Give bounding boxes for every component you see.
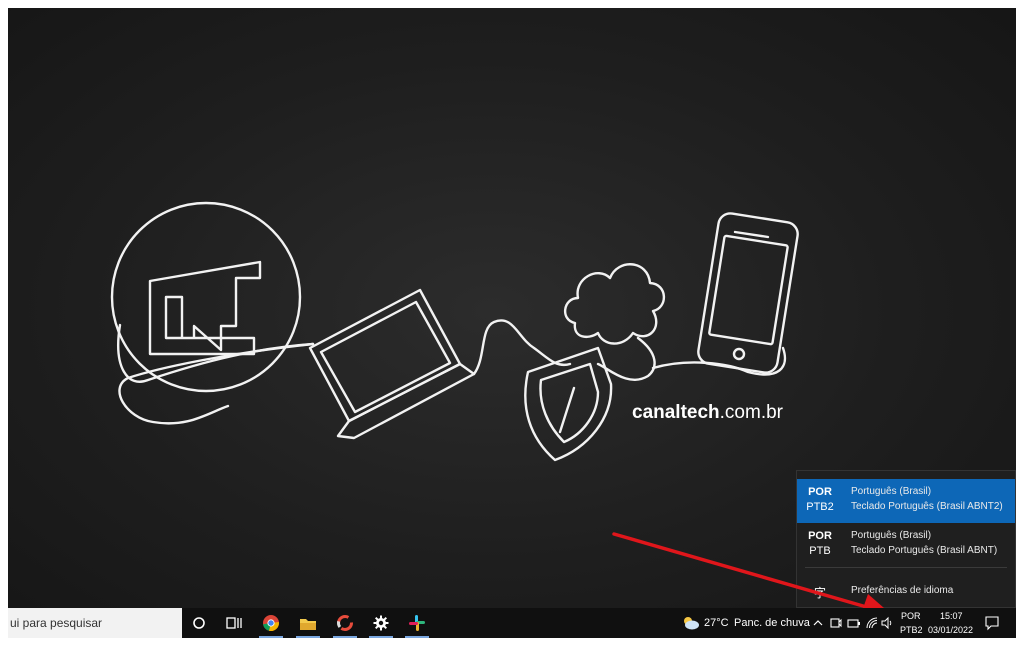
wifi-icon bbox=[866, 617, 878, 629]
meet-now-button[interactable] bbox=[830, 616, 842, 635]
ring-app-icon bbox=[337, 615, 353, 631]
wifi-button[interactable] bbox=[865, 616, 879, 635]
clock[interactable]: 15:07 03/01/2022 bbox=[926, 608, 978, 638]
file-explorer-taskbar-button[interactable] bbox=[290, 608, 326, 638]
slack-taskbar-button[interactable] bbox=[399, 608, 435, 638]
gear-icon bbox=[373, 615, 389, 631]
desktop: canaltech.com.br POR PTB2 Português (Bra… bbox=[8, 8, 1016, 638]
weather-widget[interactable]: 27°C Panc. de chuva bbox=[682, 608, 810, 638]
battery-button[interactable] bbox=[847, 616, 861, 635]
slack-icon bbox=[409, 615, 425, 631]
show-hidden-icons-button[interactable] bbox=[812, 616, 824, 630]
taskbar-search-box[interactable]: ui para pesquisar bbox=[8, 608, 182, 638]
clock-date: 03/01/2022 bbox=[928, 625, 974, 635]
search-placeholder: ui para pesquisar bbox=[10, 616, 103, 630]
volume-button[interactable] bbox=[880, 616, 894, 635]
settings-taskbar-button[interactable] bbox=[363, 608, 399, 638]
chevron-up-icon bbox=[813, 620, 823, 626]
taskbar: ui para pesquisar 27°C Panc. de chuva PO… bbox=[8, 608, 1016, 638]
folder-icon bbox=[300, 618, 316, 630]
speaker-icon bbox=[881, 616, 892, 630]
battery-icon bbox=[847, 619, 860, 628]
cloud-rain-icon bbox=[684, 617, 699, 630]
red-arrow-annotation bbox=[612, 532, 892, 617]
language-indicator-layout: PTB2 bbox=[900, 625, 923, 635]
language-indicator-code: POR bbox=[901, 611, 921, 621]
task-view-icon bbox=[226, 617, 242, 629]
camera-icon bbox=[830, 618, 842, 628]
app-taskbar-button[interactable] bbox=[327, 608, 363, 638]
input-language-indicator[interactable]: POR PTB2 bbox=[894, 608, 926, 638]
chrome-taskbar-button[interactable] bbox=[253, 608, 289, 638]
notification-icon bbox=[985, 616, 999, 631]
clock-time: 15:07 bbox=[940, 611, 963, 621]
circle-icon bbox=[193, 617, 205, 629]
weather-temperature: 27°C bbox=[704, 617, 729, 629]
action-center-button[interactable] bbox=[984, 615, 1000, 636]
chrome-icon bbox=[263, 615, 279, 632]
weather-description: Panc. de chuva bbox=[734, 617, 810, 629]
cortana-button[interactable] bbox=[181, 608, 217, 638]
task-view-button[interactable] bbox=[216, 608, 252, 638]
